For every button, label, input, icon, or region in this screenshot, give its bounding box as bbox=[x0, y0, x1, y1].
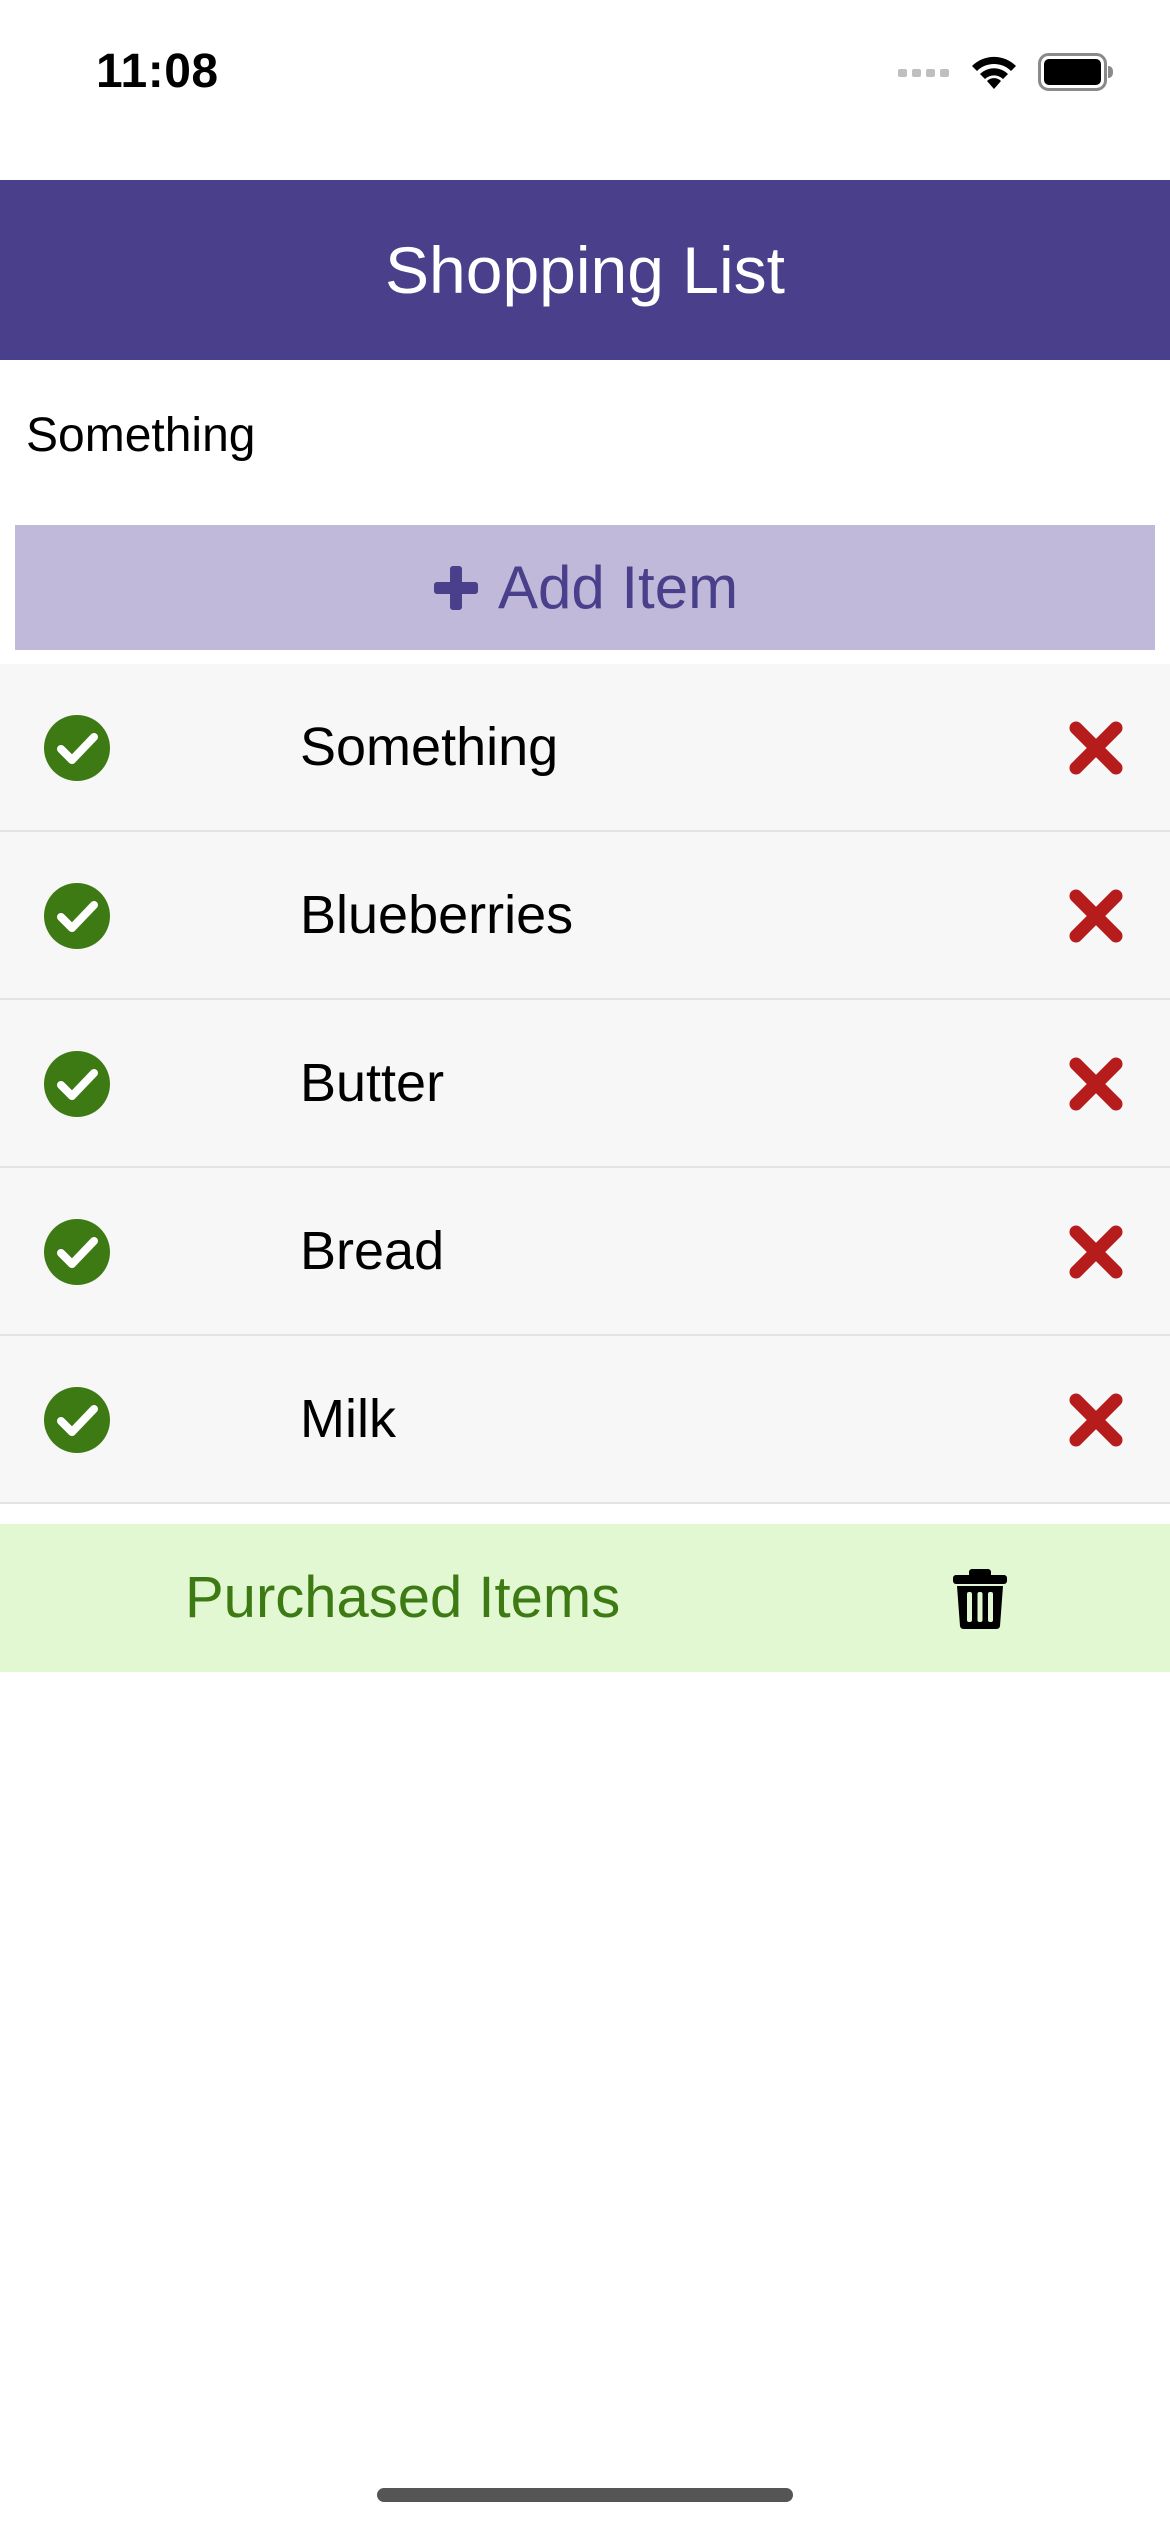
item-name: Something bbox=[300, 717, 559, 777]
list-item: Blueberries bbox=[0, 832, 1170, 1000]
check-circle-icon bbox=[44, 1219, 110, 1285]
list-item: Butter bbox=[0, 1000, 1170, 1168]
purchased-items-bar[interactable]: Purchased Items bbox=[0, 1524, 1170, 1672]
signal-icon bbox=[898, 69, 949, 77]
close-icon bbox=[1069, 1393, 1123, 1447]
mark-purchased-button[interactable] bbox=[44, 1219, 110, 1285]
check-circle-icon bbox=[44, 883, 110, 949]
check-circle-icon bbox=[44, 1051, 110, 1117]
close-icon bbox=[1069, 1225, 1123, 1279]
purchased-items-label: Purchased Items bbox=[185, 1565, 621, 1630]
check-circle-icon bbox=[44, 715, 110, 781]
plus-icon bbox=[433, 565, 478, 610]
add-item-button[interactable]: Add Item bbox=[15, 525, 1155, 650]
battery-icon bbox=[1038, 53, 1113, 91]
close-icon bbox=[1069, 889, 1123, 943]
list-item: Something bbox=[0, 664, 1170, 832]
app-title: Shopping List bbox=[385, 233, 785, 307]
list-item: Bread bbox=[0, 1168, 1170, 1336]
item-input[interactable] bbox=[0, 360, 1170, 510]
close-icon bbox=[1069, 1057, 1123, 1111]
status-time: 11:08 bbox=[96, 45, 219, 98]
list-item: Milk bbox=[0, 1336, 1170, 1504]
remove-item-button[interactable] bbox=[1068, 720, 1124, 776]
check-circle-icon bbox=[44, 1387, 110, 1453]
remove-item-button[interactable] bbox=[1068, 1224, 1124, 1280]
item-name: Blueberries bbox=[300, 885, 574, 945]
remove-item-button[interactable] bbox=[1068, 888, 1124, 944]
remove-item-button[interactable] bbox=[1068, 1056, 1124, 1112]
mark-purchased-button[interactable] bbox=[44, 1387, 110, 1453]
mark-purchased-button[interactable] bbox=[44, 883, 110, 949]
clear-purchased-button[interactable] bbox=[949, 1568, 1011, 1630]
add-item-label: Add Item bbox=[497, 554, 739, 621]
close-icon bbox=[1069, 721, 1123, 775]
wifi-icon bbox=[972, 56, 1016, 89]
status-icons bbox=[898, 52, 1114, 92]
item-name: Butter bbox=[300, 1053, 445, 1113]
item-list: Something Blueberries Butter Bread Milk bbox=[0, 664, 1170, 1504]
item-name: Milk bbox=[300, 1389, 396, 1449]
item-name: Bread bbox=[300, 1221, 445, 1281]
remove-item-button[interactable] bbox=[1068, 1392, 1124, 1448]
mark-purchased-button[interactable] bbox=[44, 715, 110, 781]
home-indicator bbox=[377, 2488, 793, 2502]
mark-purchased-button[interactable] bbox=[44, 1051, 110, 1117]
status-bar: 11:08 bbox=[0, 0, 1170, 180]
app-header: Shopping List bbox=[0, 180, 1170, 360]
trash-icon bbox=[953, 1569, 1007, 1629]
